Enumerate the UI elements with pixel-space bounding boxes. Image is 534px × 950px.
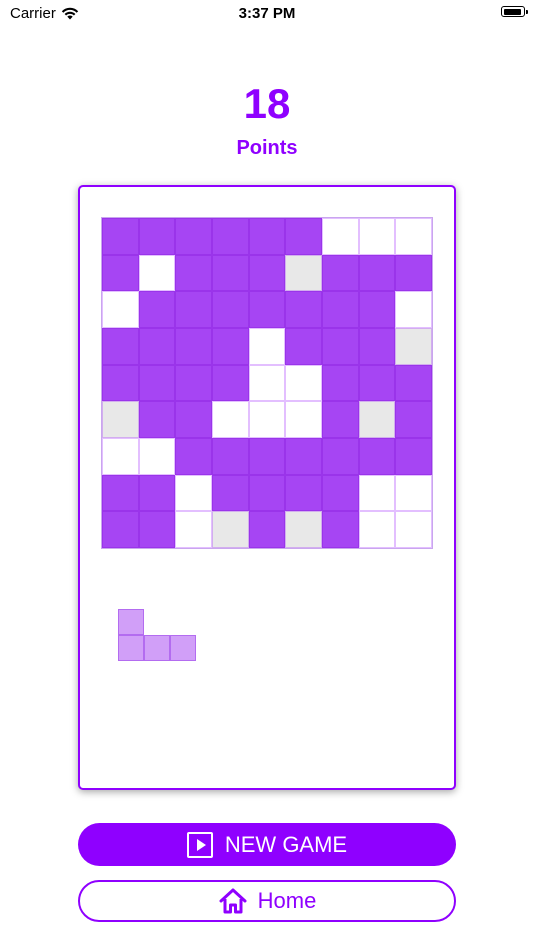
grid-cell-empty[interactable]	[175, 511, 212, 548]
grid-cell-empty[interactable]	[395, 291, 432, 328]
grid-cell-filled[interactable]	[138, 328, 176, 365]
grid-cell-filled[interactable]	[175, 401, 212, 438]
grid-cell-filled[interactable]	[358, 438, 396, 475]
grid-cell-filled[interactable]	[395, 401, 432, 438]
grid-cell-blocked[interactable]	[102, 401, 139, 438]
grid-cell-blocked[interactable]	[212, 511, 249, 548]
grid-cell-filled[interactable]	[285, 474, 322, 512]
grid-cell-empty[interactable]	[395, 474, 432, 512]
grid-cell-empty[interactable]	[138, 438, 176, 475]
grid-cell-filled[interactable]	[138, 401, 176, 438]
grid-cell-empty[interactable]	[102, 438, 139, 475]
grid-cell-filled[interactable]	[285, 218, 322, 255]
grid-cell-empty[interactable]	[248, 328, 286, 365]
grid-cell-filled[interactable]	[248, 438, 286, 475]
status-bar: Carrier 3:37 PM	[0, 0, 534, 28]
grid-cell-filled[interactable]	[138, 291, 176, 328]
grid-cell-filled[interactable]	[358, 291, 396, 328]
home-label: Home	[257, 888, 317, 913]
new-game-button[interactable]: NEW GAME	[78, 823, 456, 866]
grid-cell-filled[interactable]	[358, 254, 396, 292]
grid-cell-filled[interactable]	[212, 474, 249, 512]
clock: 3:37 PM	[238, 5, 296, 22]
grid-cell-filled[interactable]	[322, 364, 359, 402]
grid-cell-filled[interactable]	[138, 511, 176, 548]
new-game-label: NEW GAME	[224, 831, 348, 857]
grid-cell-filled[interactable]	[102, 328, 139, 365]
grid-cell-blocked[interactable]	[358, 401, 396, 438]
grid-cell-empty[interactable]	[395, 218, 432, 255]
grid-cell-filled[interactable]	[212, 328, 249, 365]
grid-cell-empty[interactable]	[358, 511, 396, 548]
grid-cell-empty[interactable]	[285, 364, 322, 402]
home-button[interactable]: Home	[78, 880, 456, 922]
grid-cell-empty[interactable]	[358, 474, 396, 512]
grid-cell-blocked[interactable]	[395, 328, 432, 365]
grid-cell-blocked[interactable]	[285, 254, 322, 292]
grid-cell-filled[interactable]	[395, 438, 432, 475]
grid-cell-empty[interactable]	[358, 218, 396, 255]
score-label: Points	[236, 137, 298, 159]
grid-cell-filled[interactable]	[285, 438, 322, 475]
grid-cell-filled[interactable]	[138, 364, 176, 402]
home-icon	[219, 888, 247, 914]
grid-cell-filled[interactable]	[175, 328, 212, 365]
grid-cell-empty[interactable]	[395, 511, 432, 548]
grid-cell-filled[interactable]	[322, 328, 359, 365]
grid-cell-filled[interactable]	[102, 511, 139, 548]
grid-cell-filled[interactable]	[322, 254, 359, 292]
grid-cell-filled[interactable]	[248, 218, 286, 255]
grid-cell-filled[interactable]	[175, 218, 212, 255]
grid-cell-empty[interactable]	[212, 401, 249, 438]
grid-cell-filled[interactable]	[212, 254, 249, 292]
grid-cell-filled[interactable]	[175, 291, 212, 328]
grid-cell-empty[interactable]	[138, 254, 176, 292]
grid-cell-filled[interactable]	[395, 254, 432, 292]
grid-cell-filled[interactable]	[175, 438, 212, 475]
grid-cell-filled[interactable]	[322, 438, 359, 475]
grid-cell-filled[interactable]	[248, 474, 286, 512]
grid-cell-filled[interactable]	[285, 291, 322, 328]
grid-cell-filled[interactable]	[395, 364, 432, 402]
battery-icon	[501, 6, 528, 17]
piece-cell[interactable]	[118, 635, 144, 661]
grid-cell-filled[interactable]	[102, 254, 139, 292]
grid-cell-filled[interactable]	[285, 328, 322, 365]
grid-cell-filled[interactable]	[248, 291, 286, 328]
grid-cell-filled[interactable]	[358, 364, 396, 402]
grid-cell-filled[interactable]	[322, 401, 359, 438]
grid-cell-filled[interactable]	[322, 511, 359, 548]
grid-cell-filled[interactable]	[322, 291, 359, 328]
piece-cell[interactable]	[170, 635, 196, 661]
grid-cell-filled[interactable]	[248, 511, 286, 548]
grid-cell-filled[interactable]	[102, 364, 139, 402]
game-grid[interactable]	[101, 217, 433, 549]
grid-cell-filled[interactable]	[138, 474, 176, 512]
grid-cell-blocked[interactable]	[285, 511, 322, 548]
grid-cell-filled[interactable]	[358, 328, 396, 365]
grid-cell-empty[interactable]	[175, 474, 212, 512]
score-value: 18	[243, 80, 291, 127]
grid-cell-empty[interactable]	[248, 401, 286, 438]
play-icon	[186, 831, 213, 858]
grid-cell-filled[interactable]	[138, 218, 176, 255]
grid-cell-filled[interactable]	[212, 364, 249, 402]
grid-cell-empty[interactable]	[102, 291, 139, 328]
grid-cell-filled[interactable]	[212, 218, 249, 255]
grid-cell-filled[interactable]	[212, 438, 249, 475]
grid-cell-empty[interactable]	[285, 401, 322, 438]
grid-cell-filled[interactable]	[322, 474, 359, 512]
grid-cell-filled[interactable]	[102, 474, 139, 512]
grid-cell-filled[interactable]	[175, 254, 212, 292]
grid-cell-filled[interactable]	[175, 364, 212, 402]
piece-cell[interactable]	[118, 609, 144, 635]
grid-cell-filled[interactable]	[248, 254, 286, 292]
grid-cell-filled[interactable]	[102, 218, 139, 255]
piece-cell[interactable]	[144, 635, 170, 661]
grid-cell-empty[interactable]	[322, 218, 359, 255]
grid-cell-filled[interactable]	[212, 291, 249, 328]
grid-cell-empty[interactable]	[248, 364, 286, 402]
